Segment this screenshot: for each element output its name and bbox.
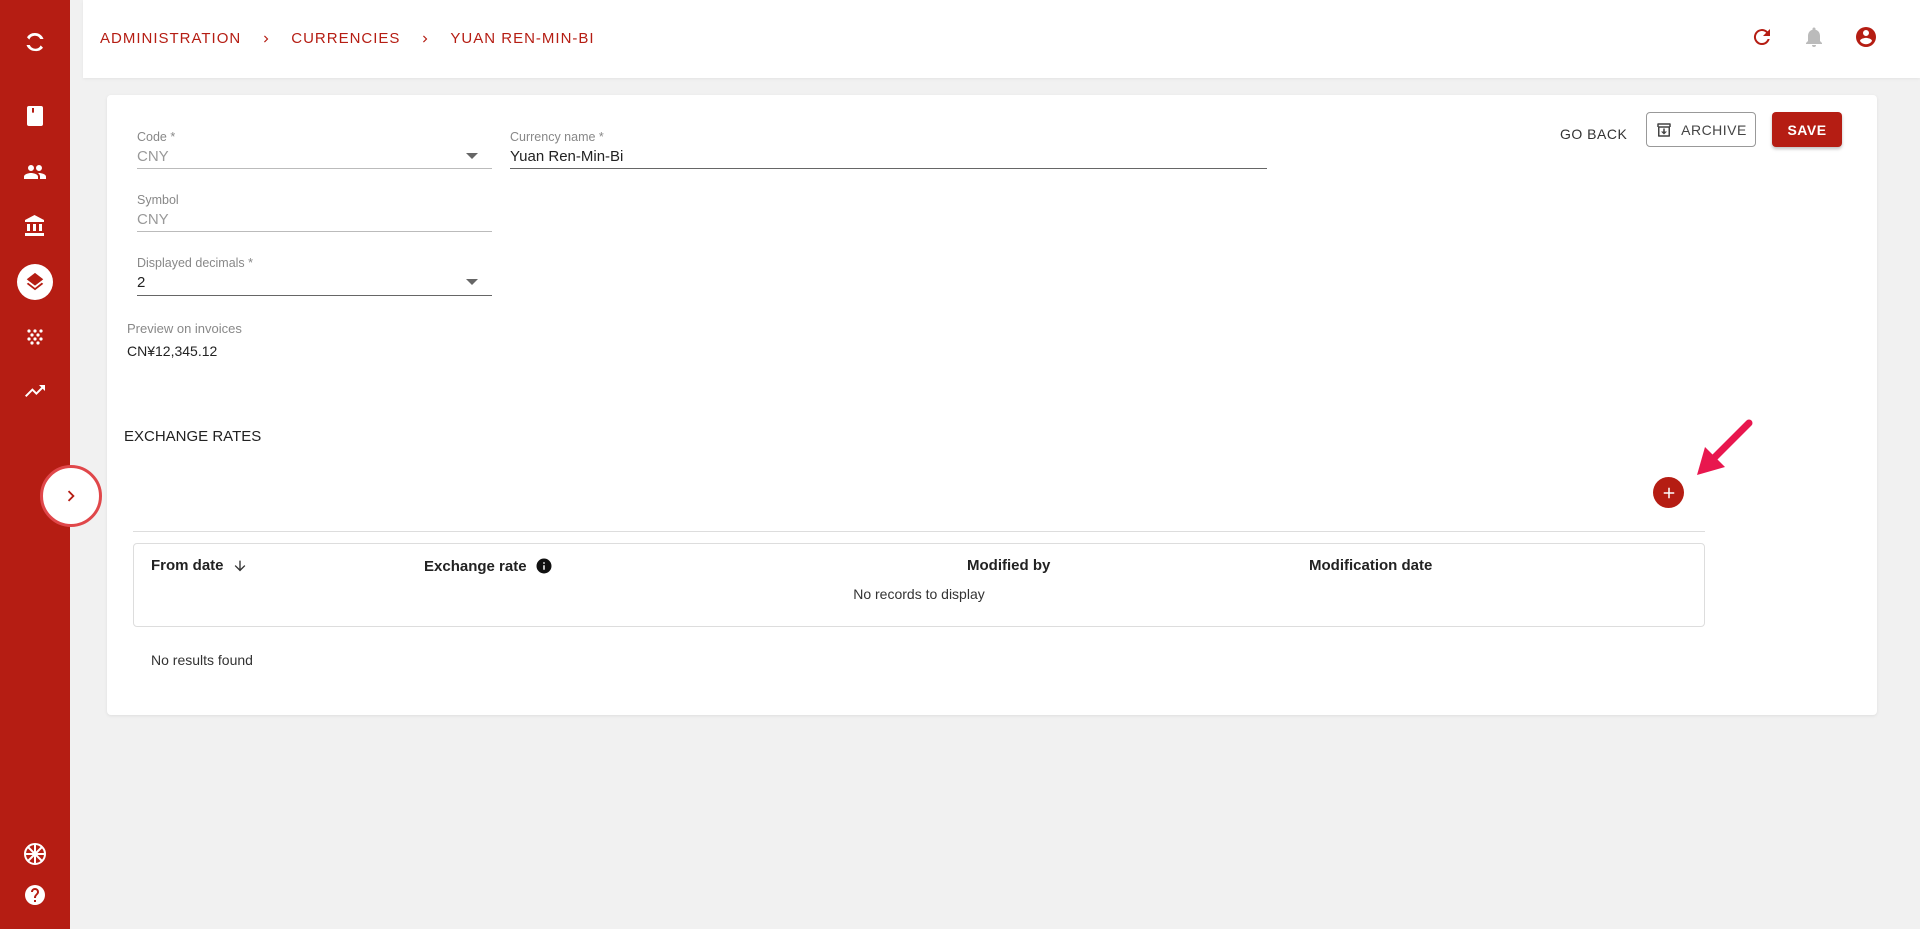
archive-label: ARCHIVE <box>1681 121 1747 138</box>
bell-icon[interactable] <box>1802 25 1826 49</box>
add-exchange-rate-button[interactable] <box>1653 477 1684 508</box>
top-bar: ADMINISTRATION CURRENCIES YUAN REN-MIN-B… <box>83 0 1920 78</box>
symbol-field[interactable]: Symbol CNY <box>137 193 492 232</box>
exchange-rates-table: From date Exchange rate Modified by Modi… <box>133 543 1705 627</box>
currency-card: Code * CNY Currency name * Yuan Ren-Min-… <box>107 95 1877 715</box>
breadcrumb-current: YUAN REN-MIN-BI <box>450 30 595 47</box>
sidebar <box>0 0 70 929</box>
annotation-arrow-icon <box>1697 419 1753 475</box>
column-header-modified-by[interactable]: Modified by <box>967 557 1050 574</box>
layers-icon[interactable] <box>0 262 70 302</box>
bank-icon[interactable] <box>0 206 70 246</box>
header-actions <box>1750 25 1878 49</box>
column-label: Exchange rate <box>424 557 527 575</box>
book-icon[interactable] <box>0 96 70 136</box>
displayed-decimals-label: Displayed decimals * <box>137 256 254 270</box>
dots-grid-icon[interactable] <box>0 317 70 357</box>
refresh-icon[interactable] <box>1750 25 1774 49</box>
language-flag-icon[interactable] <box>0 834 70 874</box>
exchange-rates-title: EXCHANGE RATES <box>124 428 262 445</box>
empty-table-message: No records to display <box>853 586 985 602</box>
column-header-from-date[interactable]: From date <box>151 557 248 574</box>
column-label: From date <box>151 557 224 574</box>
breadcrumb: ADMINISTRATION CURRENCIES YUAN REN-MIN-B… <box>100 30 595 47</box>
section-divider <box>133 531 1705 532</box>
account-icon[interactable] <box>1854 25 1878 49</box>
code-value: CNY <box>137 148 169 165</box>
breadcrumb-currencies[interactable]: CURRENCIES <box>291 30 400 47</box>
no-results-text: No results found <box>151 652 253 668</box>
column-header-modification-date[interactable]: Modification date <box>1309 557 1432 574</box>
plus-icon <box>1663 487 1674 498</box>
symbol-label: Symbol <box>137 193 179 207</box>
currency-name-field[interactable]: Currency name * Yuan Ren-Min-Bi <box>510 130 1267 169</box>
info-icon[interactable] <box>535 557 553 575</box>
currency-name-value[interactable]: Yuan Ren-Min-Bi <box>510 148 1267 165</box>
displayed-decimals-select[interactable]: Displayed decimals * 2 <box>137 256 492 296</box>
column-label: Modified by <box>967 557 1051 574</box>
symbol-value: CNY <box>137 211 169 228</box>
preview-value: CN¥12,345.12 <box>127 343 218 359</box>
column-header-exchange-rate[interactable]: Exchange rate <box>424 557 553 575</box>
chevron-right-icon <box>67 490 75 502</box>
code-label: Code * <box>137 130 176 144</box>
code-select[interactable]: Code * CNY <box>137 130 492 169</box>
currency-name-label: Currency name * <box>510 130 604 144</box>
save-button[interactable]: SAVE <box>1772 112 1842 147</box>
breadcrumb-administration[interactable]: ADMINISTRATION <box>100 30 241 47</box>
sidebar-expand-button[interactable] <box>40 465 102 527</box>
column-label: Modification date <box>1309 557 1433 574</box>
active-indicator <box>17 264 53 300</box>
sort-down-arrow-icon[interactable] <box>232 558 248 574</box>
help-icon[interactable] <box>0 875 70 915</box>
displayed-decimals-value[interactable]: 2 <box>137 274 492 291</box>
users-icon[interactable] <box>0 152 70 192</box>
dropdown-arrow-icon[interactable] <box>466 153 478 159</box>
trending-up-icon[interactable] <box>0 371 70 411</box>
dropdown-arrow-icon[interactable] <box>466 279 478 285</box>
preview-label: Preview on invoices <box>127 321 242 336</box>
go-back-button[interactable]: GO BACK <box>1556 116 1631 152</box>
chevron-right-icon <box>259 32 273 46</box>
chevron-right-icon <box>418 32 432 46</box>
archive-icon <box>1657 122 1671 137</box>
logo-icon[interactable] <box>0 22 70 62</box>
archive-button[interactable]: ARCHIVE <box>1646 112 1756 147</box>
